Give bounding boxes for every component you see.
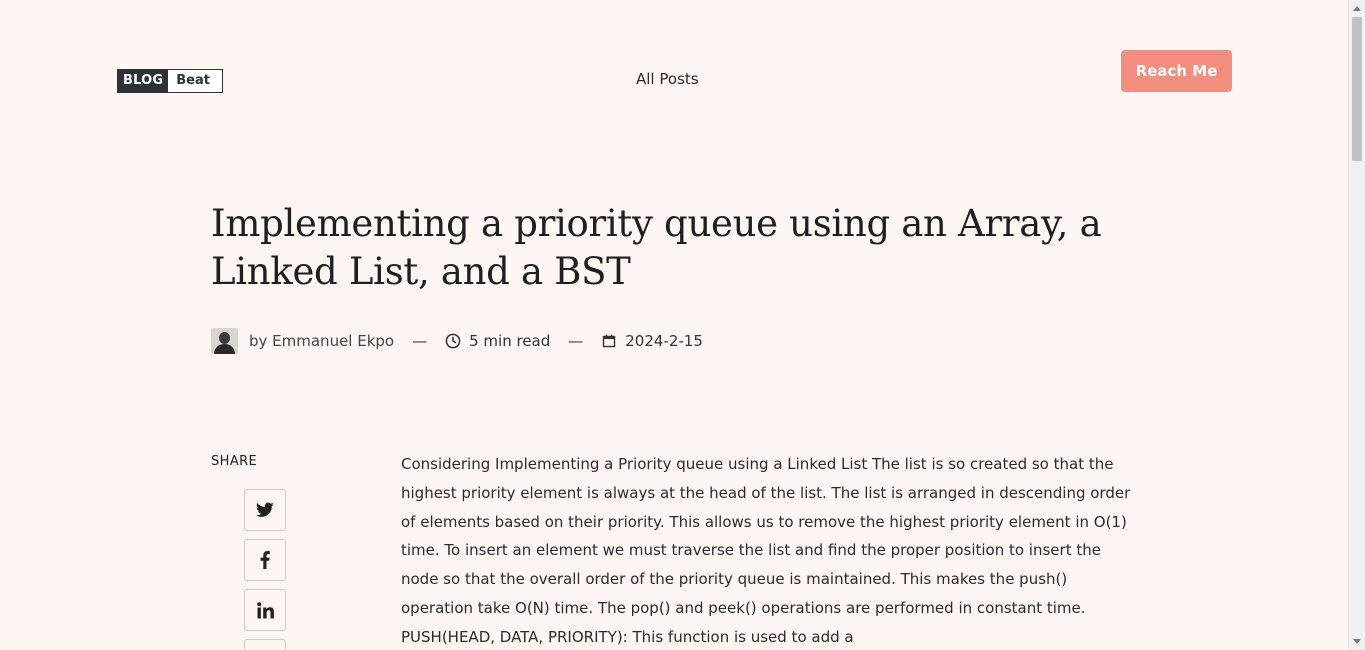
page: BLOG Beat All Posts Reach Me Implementin… — [0, 0, 1348, 650]
post-date: 2024-2-15 — [625, 332, 703, 350]
calendar-icon — [601, 333, 617, 349]
post-author: by Emmanuel Ekpo — [249, 332, 395, 350]
page-scrollbar[interactable] — [1348, 0, 1365, 650]
share-label: SHARE — [211, 454, 258, 469]
site-logo[interactable]: BLOG Beat — [117, 69, 223, 93]
meta-separator: — — [568, 332, 584, 350]
reach-me-button[interactable]: Reach Me — [1121, 50, 1232, 92]
read-time: 5 min read — [469, 332, 551, 350]
share-twitter-button[interactable] — [244, 489, 286, 531]
scrollbar-thumb[interactable] — [1352, 17, 1362, 161]
logo-blog-text: BLOG — [118, 70, 169, 92]
post-body: Considering Implementing a Priority queu… — [401, 455, 1131, 646]
twitter-icon — [256, 502, 274, 517]
share-more-button[interactable] — [244, 639, 286, 650]
nav-all-posts-link[interactable]: All Posts — [636, 69, 699, 89]
facebook-icon — [260, 551, 270, 569]
post-title: Implementing a priority queue using an A… — [211, 202, 1102, 293]
scroll-down-icon[interactable] — [1353, 639, 1361, 644]
site-header: BLOG Beat All Posts Reach Me — [0, 0, 1348, 120]
share-linkedin-button[interactable] — [244, 589, 286, 631]
meta-separator: — — [412, 332, 428, 350]
logo-beat-text: Beat — [176, 73, 210, 88]
share-facebook-button[interactable] — [244, 539, 286, 581]
post-meta: by Emmanuel Ekpo — 5 min read — 2024-2-1… — [211, 328, 703, 354]
author-avatar — [211, 328, 238, 354]
linkedin-icon — [256, 601, 274, 618]
scroll-up-icon[interactable] — [1353, 6, 1361, 11]
clock-icon — [445, 333, 461, 349]
